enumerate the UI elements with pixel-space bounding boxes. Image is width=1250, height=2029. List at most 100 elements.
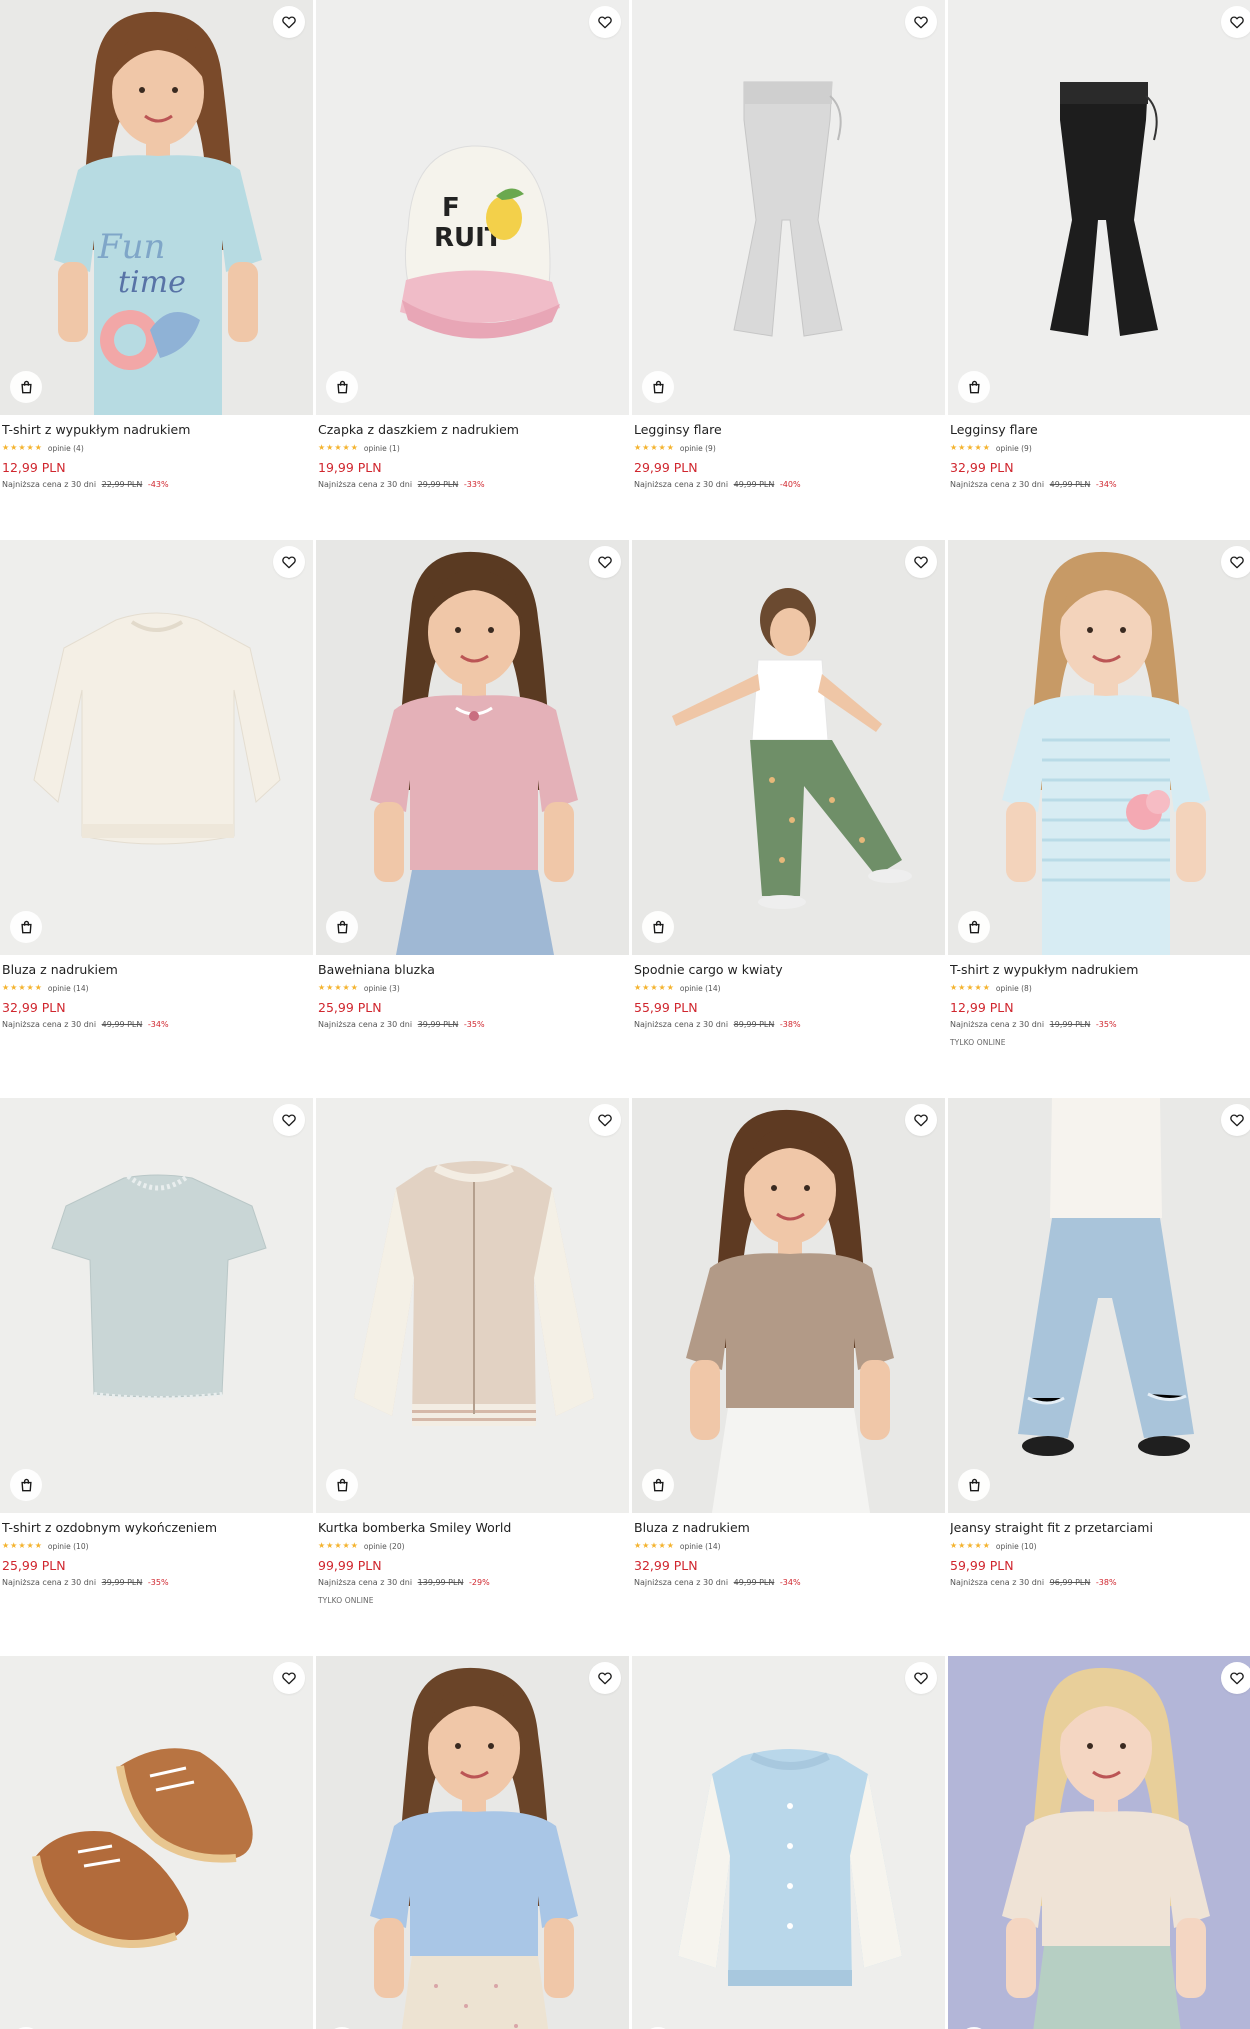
product-image[interactable] bbox=[632, 1098, 945, 1513]
review-count[interactable]: opinie (3) bbox=[364, 984, 400, 993]
lowest-price-label: Najniższa cena z 30 dni bbox=[2, 480, 97, 489]
review-count[interactable]: opinie (14) bbox=[48, 984, 89, 993]
product-card[interactable]: T-shirt z wypukłym nadrukiem ★ ★ ★ ★ ★ opini… bbox=[948, 540, 1250, 1047]
shopping-bag-icon[interactable] bbox=[642, 371, 674, 403]
product-image[interactable] bbox=[316, 1656, 629, 2029]
product-card[interactable]: F RUIT Czapka z daszkiem z nadrukiem ★ ★ ★… bbox=[316, 0, 629, 490]
heart-icon[interactable] bbox=[589, 1662, 621, 1694]
review-count[interactable]: opinie (14) bbox=[680, 1542, 721, 1551]
shopping-bag-icon[interactable] bbox=[958, 1469, 990, 1501]
product-card[interactable] bbox=[948, 1656, 1250, 2029]
heart-icon[interactable] bbox=[905, 546, 937, 578]
review-count[interactable]: opinie (4) bbox=[48, 444, 84, 453]
discount-badge: -35% bbox=[463, 1020, 485, 1029]
product-image[interactable]: Fun time bbox=[0, 0, 313, 415]
product-image[interactable] bbox=[632, 0, 945, 415]
product-card[interactable]: Fun time T-shirt z wypukłym nadrukiem ★ ★… bbox=[0, 0, 313, 490]
product-image[interactable] bbox=[948, 1656, 1250, 2029]
star-icon: ★ bbox=[958, 1541, 966, 1550]
product-image[interactable]: F RUIT bbox=[316, 0, 629, 415]
product-image[interactable] bbox=[632, 540, 945, 955]
shopping-bag-icon[interactable] bbox=[10, 1469, 42, 1501]
shopping-bag-icon[interactable] bbox=[958, 911, 990, 943]
product-image[interactable] bbox=[948, 0, 1250, 415]
heart-icon[interactable] bbox=[905, 1104, 937, 1136]
discount-badge: -34% bbox=[1095, 480, 1117, 489]
product-image[interactable] bbox=[316, 540, 629, 955]
product-name[interactable]: Kurtka bomberka Smiley World bbox=[318, 1520, 627, 1536]
shopping-bag-icon[interactable] bbox=[642, 1469, 674, 1501]
heart-icon[interactable] bbox=[589, 1104, 621, 1136]
product-image[interactable] bbox=[632, 1656, 945, 2029]
product-rating: ★ ★ ★ ★ ★ opinie (20) bbox=[318, 1539, 627, 1553]
heart-icon[interactable] bbox=[905, 1662, 937, 1694]
discount-badge: -34% bbox=[779, 1578, 801, 1587]
heart-icon[interactable] bbox=[1221, 1662, 1250, 1694]
heart-icon[interactable] bbox=[589, 6, 621, 38]
product-name[interactable]: Bawełniana bluzka bbox=[318, 962, 627, 978]
product-name[interactable]: Jeansy straight fit z przetarciami bbox=[950, 1520, 1250, 1536]
product-card[interactable]: Legginsy flare ★ ★ ★ ★ ★ opinie (9) 29,99 PL… bbox=[632, 0, 945, 490]
review-count[interactable]: opinie (20) bbox=[364, 1542, 405, 1551]
review-count[interactable]: opinie (1) bbox=[364, 444, 400, 453]
product-card[interactable]: Legginsy flare ★ ★ ★ ★ ★ opinie (9) 32,99 PL… bbox=[948, 0, 1250, 490]
review-count[interactable]: opinie (8) bbox=[996, 984, 1032, 993]
shopping-bag-icon[interactable] bbox=[958, 371, 990, 403]
product-image[interactable] bbox=[0, 1098, 313, 1513]
product-info: T-shirt z wypukłym nadrukiem ★ ★ ★ ★ ★ opini… bbox=[948, 955, 1250, 1047]
rating-stars: ★ ★ ★ ★ ★ bbox=[634, 983, 674, 993]
product-card[interactable]: T-shirt z ozdobnym wykończeniem ★ ★ ★ ★ ★ op… bbox=[0, 1098, 313, 1588]
product-name[interactable]: Bluza z nadrukiem bbox=[2, 962, 311, 978]
product-name[interactable]: Bluza z nadrukiem bbox=[634, 1520, 943, 1536]
product-card[interactable]: Bluza z nadrukiem ★ ★ ★ ★ ★ opinie (14) 32,9… bbox=[632, 1098, 945, 1588]
product-name[interactable]: Czapka z daszkiem z nadrukiem bbox=[318, 422, 627, 438]
review-count[interactable]: opinie (9) bbox=[996, 444, 1032, 453]
heart-icon[interactable] bbox=[273, 1662, 305, 1694]
rating-stars: ★ ★ ★ ★ ★ bbox=[2, 1541, 42, 1551]
product-price: 55,99 PLN bbox=[634, 1000, 698, 1015]
product-card[interactable] bbox=[632, 1656, 945, 2029]
product-card[interactable]: Bluza z nadrukiem ★ ★ ★ ★ ★ opinie (14) 32,9… bbox=[0, 540, 313, 1030]
review-count[interactable]: opinie (10) bbox=[996, 1542, 1037, 1551]
product-name[interactable]: Spodnie cargo w kwiaty bbox=[634, 962, 943, 978]
product-card[interactable]: Jeansy straight fit z przetarciami ★ ★ ★ ★ ★… bbox=[948, 1098, 1250, 1588]
review-count[interactable]: opinie (14) bbox=[680, 984, 721, 993]
heart-icon[interactable] bbox=[273, 6, 305, 38]
heart-icon[interactable] bbox=[905, 6, 937, 38]
heart-icon[interactable] bbox=[273, 546, 305, 578]
product-price: 32,99 PLN bbox=[634, 1558, 698, 1573]
product-image[interactable] bbox=[948, 1098, 1250, 1513]
product-image[interactable] bbox=[948, 540, 1250, 955]
product-image[interactable] bbox=[0, 1656, 313, 2029]
product-card[interactable] bbox=[316, 1656, 629, 2029]
heart-icon[interactable] bbox=[1221, 6, 1250, 38]
star-icon: ★ bbox=[982, 443, 990, 452]
product-name[interactable]: T-shirt z wypukłym nadrukiem bbox=[2, 422, 311, 438]
heart-icon[interactable] bbox=[1221, 546, 1250, 578]
heart-icon[interactable] bbox=[273, 1104, 305, 1136]
shopping-bag-icon[interactable] bbox=[326, 371, 358, 403]
shopping-bag-icon[interactable] bbox=[642, 911, 674, 943]
product-card[interactable]: Kurtka bomberka Smiley World ★ ★ ★ ★ ★ opini… bbox=[316, 1098, 629, 1605]
online-only-badge: TYLKO ONLINE bbox=[950, 1038, 1006, 1047]
shopping-bag-icon[interactable] bbox=[326, 1469, 358, 1501]
lowest-price-info: Najniższa cena z 30 dni 96,99 PLN -38% bbox=[950, 1577, 1250, 1588]
product-image[interactable] bbox=[0, 540, 313, 955]
shopping-bag-icon[interactable] bbox=[10, 911, 42, 943]
heart-icon[interactable] bbox=[589, 546, 621, 578]
product-card[interactable]: Bawełniana bluzka ★ ★ ★ ★ ★ opinie (3) 25,99… bbox=[316, 540, 629, 1030]
heart-icon[interactable] bbox=[1221, 1104, 1250, 1136]
product-name[interactable]: T-shirt z ozdobnym wykończeniem bbox=[2, 1520, 311, 1536]
product-card[interactable]: Spodnie cargo w kwiaty ★ ★ ★ ★ ★ opinie (14)… bbox=[632, 540, 945, 1030]
shopping-bag-icon[interactable] bbox=[10, 371, 42, 403]
old-price: 49,99 PLN bbox=[1049, 480, 1091, 489]
product-name[interactable]: Legginsy flare bbox=[950, 422, 1250, 438]
shopping-bag-icon[interactable] bbox=[326, 911, 358, 943]
product-name[interactable]: Legginsy flare bbox=[634, 422, 943, 438]
review-count[interactable]: opinie (9) bbox=[680, 444, 716, 453]
product-card[interactable] bbox=[0, 1656, 313, 2029]
review-count[interactable]: opinie (10) bbox=[48, 1542, 89, 1551]
star-icon: ★ bbox=[18, 983, 26, 992]
product-name[interactable]: T-shirt z wypukłym nadrukiem bbox=[950, 962, 1250, 978]
product-image[interactable] bbox=[316, 1098, 629, 1513]
